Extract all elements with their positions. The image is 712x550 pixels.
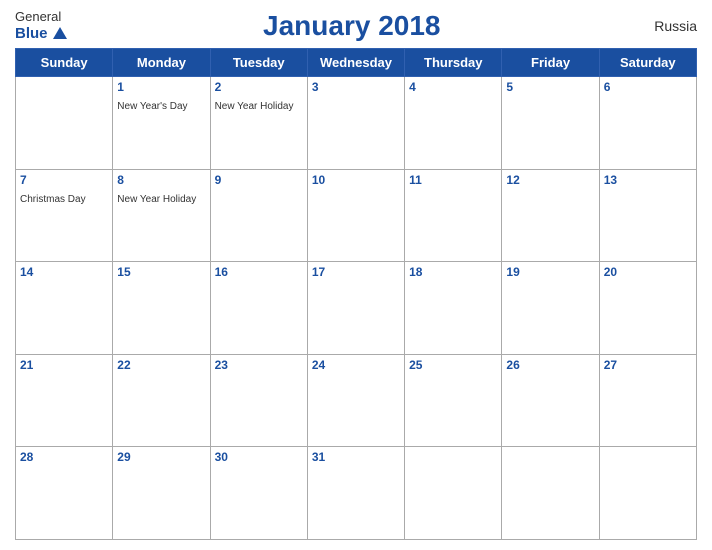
day-cell-2-0: 14 (16, 262, 113, 355)
day-number: 9 (215, 173, 303, 187)
day-number: 28 (20, 450, 108, 464)
day-number: 18 (409, 265, 497, 279)
day-cell-3-5: 26 (502, 354, 599, 447)
day-cell-4-6 (599, 447, 696, 540)
day-number: 31 (312, 450, 400, 464)
day-number: 16 (215, 265, 303, 279)
holiday-label: New Year Holiday (117, 194, 196, 205)
day-cell-0-0 (16, 77, 113, 170)
day-cell-4-0: 28 (16, 447, 113, 540)
day-number: 14 (20, 265, 108, 279)
col-tuesday: Tuesday (210, 49, 307, 77)
day-number: 20 (604, 265, 692, 279)
day-number: 12 (506, 173, 594, 187)
day-number: 23 (215, 358, 303, 372)
day-cell-1-5: 12 (502, 169, 599, 262)
calendar-table: Sunday Monday Tuesday Wednesday Thursday… (15, 48, 697, 540)
col-sunday: Sunday (16, 49, 113, 77)
day-number: 19 (506, 265, 594, 279)
day-cell-4-3: 31 (307, 447, 404, 540)
day-cell-3-0: 21 (16, 354, 113, 447)
day-cell-2-6: 20 (599, 262, 696, 355)
day-number: 17 (312, 265, 400, 279)
day-cell-2-3: 17 (307, 262, 404, 355)
col-friday: Friday (502, 49, 599, 77)
day-number: 24 (312, 358, 400, 372)
col-saturday: Saturday (599, 49, 696, 77)
day-cell-4-5 (502, 447, 599, 540)
day-number: 27 (604, 358, 692, 372)
holiday-label: New Year's Day (117, 101, 187, 112)
day-cell-0-2: 2 New Year Holiday (210, 77, 307, 170)
day-cell-3-2: 23 (210, 354, 307, 447)
day-number: 7 (20, 173, 108, 187)
day-cell-2-5: 19 (502, 262, 599, 355)
week-row-5: 28 29 30 31 (16, 447, 697, 540)
day-number: 1 (117, 80, 205, 94)
day-cell-4-2: 30 (210, 447, 307, 540)
day-cell-1-4: 11 (405, 169, 502, 262)
day-number: 22 (117, 358, 205, 372)
calendar-title: January 2018 (67, 10, 637, 42)
day-number: 8 (117, 173, 205, 187)
day-cell-0-4: 4 (405, 77, 502, 170)
week-row-2: 7 Christmas Day 8 New Year Holiday 9 10 11 12 13 (16, 169, 697, 262)
day-cell-1-2: 9 (210, 169, 307, 262)
week-row-4: 21 22 23 24 25 26 27 (16, 354, 697, 447)
day-cell-1-0: 7 Christmas Day (16, 169, 113, 262)
day-number: 30 (215, 450, 303, 464)
week-row-1: 1 New Year's Day 2 New Year Holiday 3456 (16, 77, 697, 170)
calendar-header-row: Sunday Monday Tuesday Wednesday Thursday… (16, 49, 697, 77)
logo-triangle-icon (53, 27, 67, 39)
day-number: 15 (117, 265, 205, 279)
day-cell-1-6: 13 (599, 169, 696, 262)
day-cell-0-6: 6 (599, 77, 696, 170)
day-number: 4 (409, 80, 497, 94)
day-cell-1-3: 10 (307, 169, 404, 262)
day-cell-2-4: 18 (405, 262, 502, 355)
page: General Blue January 2018 Russia Sunday … (0, 0, 712, 550)
day-cell-3-3: 24 (307, 354, 404, 447)
day-cell-0-1: 1 New Year's Day (113, 77, 210, 170)
day-number: 21 (20, 358, 108, 372)
week-row-3: 14 15 16 17 18 19 20 (16, 262, 697, 355)
day-number: 13 (604, 173, 692, 187)
day-cell-1-1: 8 New Year Holiday (113, 169, 210, 262)
day-cell-3-1: 22 (113, 354, 210, 447)
day-number: 26 (506, 358, 594, 372)
logo-blue-text: Blue (15, 25, 67, 42)
day-number: 29 (117, 450, 205, 464)
day-number: 11 (409, 173, 497, 187)
header: General Blue January 2018 Russia (15, 10, 697, 42)
day-number: 2 (215, 80, 303, 94)
day-number: 25 (409, 358, 497, 372)
day-cell-4-4 (405, 447, 502, 540)
day-number: 5 (506, 80, 594, 94)
day-cell-0-3: 3 (307, 77, 404, 170)
day-cell-3-4: 25 (405, 354, 502, 447)
day-cell-3-6: 27 (599, 354, 696, 447)
day-cell-2-2: 16 (210, 262, 307, 355)
country-label: Russia (637, 18, 697, 34)
day-number: 3 (312, 80, 400, 94)
day-cell-4-1: 29 (113, 447, 210, 540)
holiday-label: Christmas Day (20, 194, 86, 205)
holiday-label: New Year Holiday (215, 101, 294, 112)
logo: General Blue (15, 10, 67, 41)
day-number: 6 (604, 80, 692, 94)
day-cell-0-5: 5 (502, 77, 599, 170)
col-thursday: Thursday (405, 49, 502, 77)
col-monday: Monday (113, 49, 210, 77)
day-number: 10 (312, 173, 400, 187)
logo-general-text: General (15, 10, 61, 24)
col-wednesday: Wednesday (307, 49, 404, 77)
day-cell-2-1: 15 (113, 262, 210, 355)
